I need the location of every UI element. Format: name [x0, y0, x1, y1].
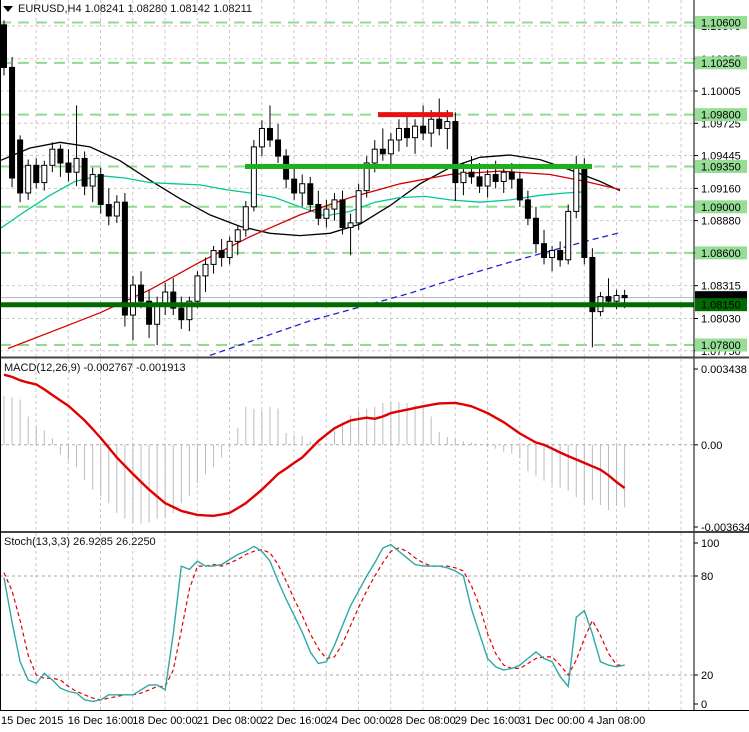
price-tick-label: 1.10005	[701, 86, 741, 98]
svg-text:1.09000: 1.09000	[701, 202, 741, 214]
svg-text:1.09800: 1.09800	[701, 110, 741, 122]
sr-price-tag: 1.10250	[695, 56, 747, 70]
stoch-main-line	[3, 543, 625, 703]
macd-label: MACD(12,26,9) -0.002767 -0.001913	[4, 362, 186, 374]
macd-scale-label: 0.003438	[701, 364, 747, 376]
svg-text:1.10250: 1.10250	[701, 58, 741, 70]
date-tick-label: 18 Dec 00:00	[132, 715, 197, 727]
svg-text:1.10600: 1.10600	[701, 18, 741, 30]
svg-text:1.07800: 1.07800	[701, 340, 741, 352]
date-tick-label: 29 Dec 16:00	[455, 715, 520, 727]
macd-header: MACD(12,26,9) -0.002767 -0.001913	[4, 362, 186, 375]
sr-price-tag: 1.07800	[695, 338, 747, 352]
stoch-scale-label: 80	[701, 571, 713, 583]
price-tick-label: 1.09160	[701, 183, 741, 195]
chart-window: 1.105701.102851.100051.097251.094451.091…	[0, 0, 749, 732]
time-axis: 15 Dec 2015 16 Dec 16:00 18 Dec 00:00 21 De…	[1, 715, 645, 727]
stoch-scale-label: 20	[701, 670, 713, 682]
sr-price-tag: 1.10600	[695, 16, 747, 30]
date-tick-label: 24 Dec 00:00	[326, 715, 391, 727]
symbol-ohlc-label: EURUSD,H4 1.08241 1.08280 1.08142 1.0821…	[18, 3, 253, 15]
date-tick-label: 22 Dec 16:00	[261, 715, 326, 727]
stoch-signal-line	[3, 547, 625, 701]
macd-scale-label: 0.00	[701, 440, 722, 452]
date-tick-label: 31 Dec 00:00	[519, 715, 584, 727]
stoch-scale-label: 100	[701, 538, 719, 550]
sr-price-tag: 1.09800	[695, 108, 747, 122]
stoch-panel	[0, 543, 694, 703]
symbol-header: EURUSD,H4 1.08241 1.08280 1.08142 1.0821…	[3, 3, 252, 16]
date-tick-label: 4 Jan 08:00	[588, 715, 646, 727]
stoch-label: Stoch(13,3,3) 26.9285 26.2250	[4, 536, 156, 548]
grid-layer	[0, 0, 694, 710]
panel-borders	[0, 0, 749, 711]
date-tick-label: 16 Dec 16:00	[68, 715, 133, 727]
svg-text:1.08150: 1.08150	[701, 300, 741, 312]
candles-layer	[1, 20, 628, 348]
svg-text:1.09350: 1.09350	[701, 161, 741, 173]
support-price-tag: 1.08150	[695, 298, 747, 312]
stoch-header: Stoch(13,3,3) 26.9285 26.2250	[4, 536, 156, 549]
price-axis: 1.105701.102851.100051.097251.094451.091…	[693, 0, 749, 711]
chevron-down-icon[interactable]	[3, 6, 13, 13]
svg-text:1.08600: 1.08600	[701, 248, 741, 260]
sr-price-tag: 1.08600	[695, 246, 747, 260]
price-tick-label: 1.08315	[701, 281, 741, 293]
date-tick-label: 15 Dec 2015	[1, 715, 63, 727]
macd-panel	[0, 373, 694, 524]
price-tick-label: 1.08880	[701, 216, 741, 228]
date-tick-label: 21 Dec 08:00	[197, 715, 262, 727]
stoch-scale-label: 0	[701, 699, 707, 711]
sr-price-tag: 1.09000	[695, 200, 747, 214]
sr-price-tag: 1.09350	[695, 159, 747, 173]
price-tick-label: 1.08030	[701, 314, 741, 326]
date-tick-label: 28 Dec 08:00	[390, 715, 455, 727]
